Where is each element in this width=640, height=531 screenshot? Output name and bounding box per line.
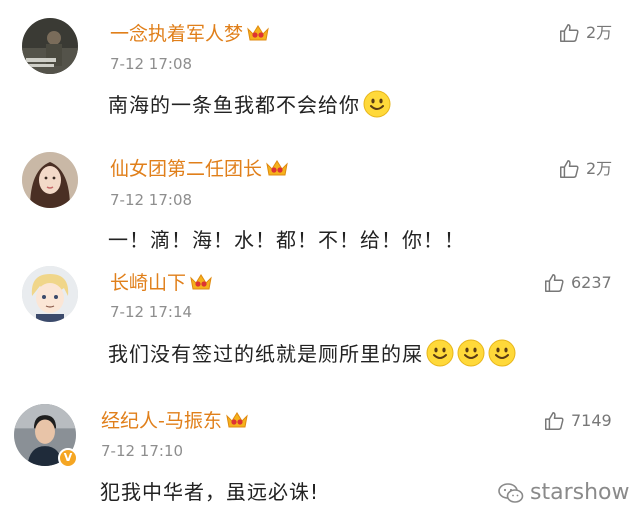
thumbs-up-icon: [560, 24, 579, 42]
username[interactable]: 长崎山下: [110, 271, 213, 295]
wechat-logo-icon: [498, 482, 524, 503]
like-count: 2万: [586, 23, 613, 42]
watermark: starshow: [498, 480, 629, 505]
watermark-text: starshow: [530, 480, 630, 505]
avatar[interactable]: [22, 152, 78, 208]
timestamp: 7-12 17:08: [110, 191, 193, 209]
like-count: 6237: [571, 273, 612, 292]
comment-text: 我们没有签过的纸就是厕所里的屎: [108, 339, 516, 368]
like-button[interactable]: 2万: [558, 158, 612, 180]
like-button[interactable]: 2万: [558, 22, 612, 44]
vip-crown-icon: [226, 412, 248, 428]
smile-emoji-icon: [363, 90, 391, 118]
avatar[interactable]: [22, 266, 78, 322]
verified-badge-icon: V: [58, 448, 78, 468]
username[interactable]: 经纪人-马振东: [101, 409, 249, 433]
vip-crown-icon: [247, 25, 269, 41]
like-button[interactable]: 7149: [543, 410, 612, 432]
smile-emoji-icon: [426, 339, 454, 367]
username[interactable]: 一念执着军人梦: [110, 22, 270, 46]
smile-emoji-icon: [488, 339, 516, 367]
thumbs-up-icon: [545, 274, 564, 292]
username[interactable]: 仙女团第二任团长: [110, 157, 289, 181]
vip-crown-icon: [266, 160, 288, 176]
thumbs-up-icon: [560, 160, 579, 178]
smile-emoji-icon: [457, 339, 485, 367]
comment-text: 一！滴！海！水！都！不！给！你！！: [108, 228, 465, 252]
like-count: 2万: [586, 159, 613, 178]
timestamp: 7-12 17:10: [101, 442, 184, 460]
like-count: 7149: [571, 411, 612, 430]
thumbs-up-icon: [545, 412, 564, 430]
like-button[interactable]: 6237: [543, 272, 612, 294]
vip-crown-icon: [190, 274, 212, 290]
timestamp: 7-12 17:08: [110, 55, 193, 73]
comment-text: 犯我中华者，虽远必诛!: [100, 480, 320, 504]
comment-text: 南海的一条鱼我都不会给你: [108, 90, 391, 119]
avatar[interactable]: [22, 18, 78, 74]
timestamp: 7-12 17:14: [110, 303, 193, 321]
